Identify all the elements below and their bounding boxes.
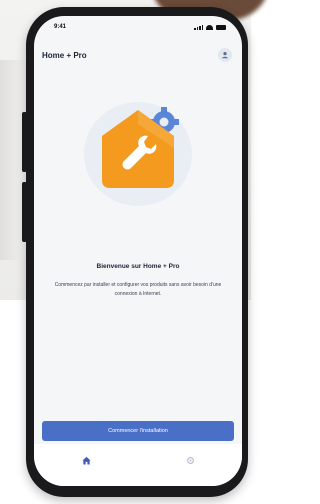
app-title: Home + Pro xyxy=(42,50,87,60)
home-icon xyxy=(81,456,91,465)
account-button[interactable] xyxy=(218,48,232,62)
tab-bar xyxy=(34,444,242,486)
welcome-illustration xyxy=(78,88,198,208)
status-time: 9:41 xyxy=(54,24,67,30)
welcome-title: Bienvenue sur Home + Pro xyxy=(96,263,180,270)
person-icon xyxy=(222,52,228,59)
app-header: Home + Pro xyxy=(34,44,242,66)
gear-icon xyxy=(186,456,194,464)
welcome-text: Commencez par installer et configurer vo… xyxy=(54,282,222,297)
status-bar: 9:41 xyxy=(34,16,242,38)
signal-icon xyxy=(194,24,203,30)
phone-side-button xyxy=(22,112,27,172)
wifi-icon xyxy=(206,24,213,30)
tab-home[interactable] xyxy=(71,452,101,468)
start-installation-button[interactable]: Commencer l'installation xyxy=(42,421,234,441)
battery-icon xyxy=(216,24,226,30)
start-installation-label: Commencer l'installation xyxy=(108,428,168,434)
phone-screen: 9:41 Home + Pro Bienvenue sur Home + Pro… xyxy=(34,16,242,486)
status-icons xyxy=(194,24,226,30)
tab-settings[interactable] xyxy=(175,452,205,468)
phone-side-button xyxy=(22,182,27,242)
